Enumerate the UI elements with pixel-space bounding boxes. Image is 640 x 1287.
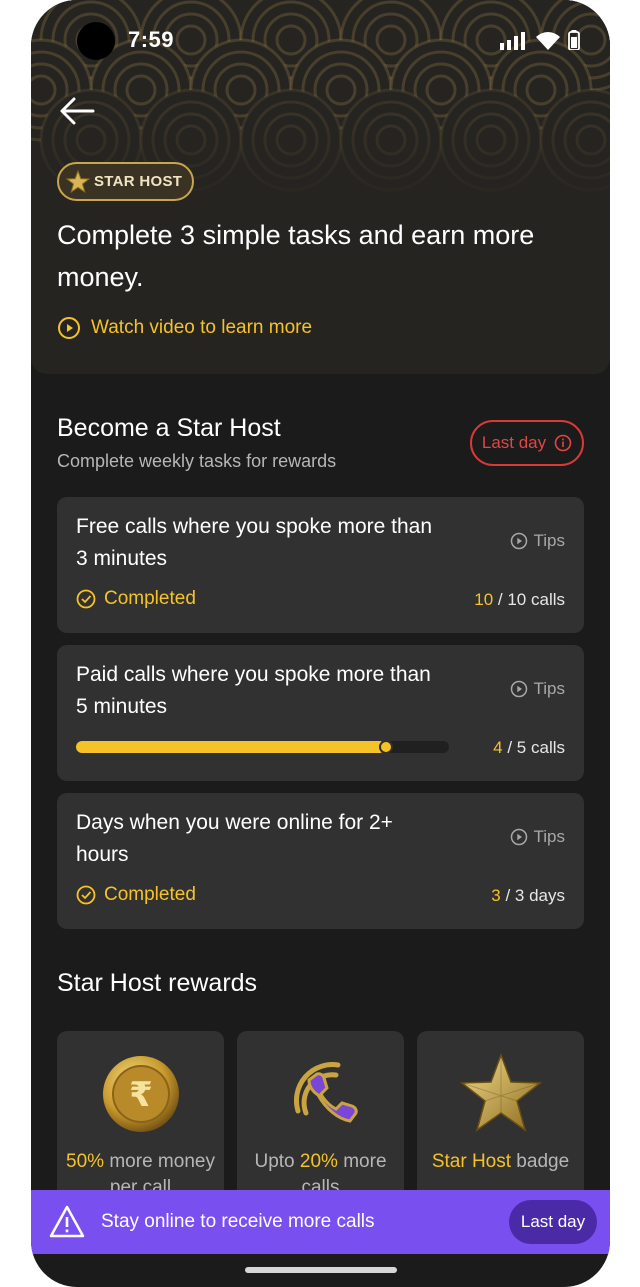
star-icon: [66, 169, 90, 193]
info-icon: [554, 434, 572, 452]
task-count: 3 / 3 days: [491, 886, 565, 906]
warning-icon: [49, 1205, 85, 1238]
check-circle-icon: [76, 589, 96, 609]
task-status: Completed: [76, 884, 196, 906]
battery-icon: [568, 30, 580, 50]
reward-highlight: Star Host: [431, 1151, 512, 1172]
reward-text: Upto: [254, 1151, 300, 1172]
section-subtitle: Complete weekly tasks for rewards: [57, 451, 337, 471]
badge-label: STAR HOST: [94, 173, 183, 190]
tips-button[interactable]: Tips: [510, 827, 566, 847]
phone-receiver-icon: [293, 1062, 358, 1123]
tips-label: Tips: [533, 679, 566, 698]
star-icon: [459, 1052, 542, 1132]
reward-caption: Star Host badge: [417, 1149, 584, 1175]
task-status: Completed: [76, 588, 196, 610]
reward-text: badge: [511, 1151, 570, 1172]
reward-highlight: 20%: [299, 1151, 338, 1172]
task-card: Paid calls where you spoke more than 5 m…: [57, 645, 584, 781]
task-count-total: / 5 calls: [507, 738, 565, 757]
progress-knob: [379, 740, 393, 754]
task-status-label: Completed: [104, 884, 196, 905]
task-count: 10 / 10 calls: [474, 590, 565, 610]
tips-button[interactable]: Tips: [510, 679, 566, 699]
tips-label: Tips: [533, 827, 566, 846]
task-title: Paid calls where you spoke more than 5 m…: [76, 663, 431, 718]
section-title: Become a Star Host: [57, 414, 281, 442]
task-title: Days when you were online for 2+ hours: [76, 811, 393, 866]
last-day-button[interactable]: Last day: [509, 1200, 597, 1244]
camera-cutout: [77, 22, 115, 60]
task-card: Free calls where you spoke more than 3 m…: [57, 497, 584, 633]
task-count: 4 / 5 calls: [493, 738, 565, 758]
task-title: Free calls where you spoke more than 3 m…: [76, 515, 433, 570]
reward-highlight: 50%: [66, 1151, 105, 1172]
last-day-badge[interactable]: Last day: [470, 420, 584, 466]
wifi-icon: [536, 32, 560, 50]
star-host-badge: STAR HOST: [57, 162, 195, 201]
task-progress-bar: [76, 740, 449, 754]
task-status-label: Completed: [104, 588, 196, 609]
signal-icon: [500, 32, 525, 50]
progress-fill: [76, 741, 386, 753]
back-arrow-icon[interactable]: [57, 94, 97, 128]
banner-message: Stay online to receive more calls: [101, 1211, 375, 1232]
play-circle-icon: [510, 680, 527, 698]
phone-screen: 7:59 STAR HOST Complete 3 simple tasks a…: [31, 0, 610, 1287]
task-count-total: / 3 days: [505, 886, 565, 905]
task-count-done: 10: [474, 590, 494, 609]
rupee-coin-icon: ₹: [102, 1056, 179, 1132]
play-circle-icon: [510, 532, 527, 550]
watch-video-link[interactable]: Watch video to learn more: [57, 316, 312, 340]
tips-button[interactable]: Tips: [510, 531, 566, 551]
last-day-label: Last day: [481, 433, 547, 452]
hero-headline: Complete 3 simple tasks and earn more mo…: [57, 220, 535, 292]
task-count-done: 4: [493, 738, 503, 757]
check-circle-icon: [76, 885, 96, 905]
task-card: Days when you were online for 2+ hours T…: [57, 793, 584, 929]
play-circle-icon: [510, 828, 527, 846]
hero-header: 7:59 STAR HOST Complete 3 simple tasks a…: [31, 0, 610, 374]
task-count-done: 3: [491, 886, 501, 905]
status-bar: 7:59: [31, 0, 610, 80]
task-count-total: / 10 calls: [497, 590, 565, 609]
online-banner: Stay online to receive more calls Last d…: [31, 1190, 610, 1254]
status-time: 7:59: [128, 27, 175, 52]
play-circle-icon: [58, 317, 80, 339]
watch-video-label: Watch video to learn more: [91, 317, 313, 338]
status-icons: [500, 30, 580, 50]
tips-label: Tips: [533, 531, 566, 550]
home-indicator[interactable]: [245, 1267, 397, 1273]
rewards-title: Star Host rewards: [57, 969, 258, 997]
svg-text:₹: ₹: [129, 1075, 153, 1115]
